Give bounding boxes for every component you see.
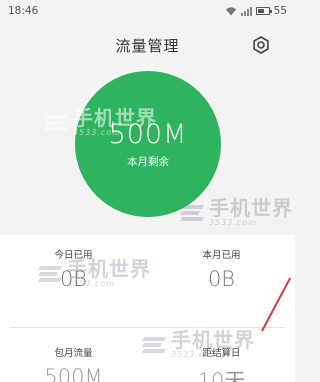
status-bar: 18:46 55 [0,0,295,22]
watermark: 手机世界 3533.com [178,198,293,227]
month-used-value: 0B [207,267,236,291]
battery-icon [255,7,272,15]
divider [10,327,285,328]
settlement-day[interactable]: 距结算日 10天 [148,345,295,382]
monthly-plan-value: 500M [44,365,103,382]
remaining-label: 本月剩余 [127,156,169,168]
today-used-label: 今日已用 [54,250,93,261]
screen: 18:46 55 流量管理 500M 本月剩余 手机世界 3533.com 手机… [0,0,295,382]
today-used[interactable]: 今日已用 0B [0,247,147,291]
monthly-plan[interactable]: 包月流量 500M [0,345,147,382]
battery-level: 55 [273,5,287,17]
page-title: 流量管理 [115,36,180,55]
gear-icon[interactable] [251,35,271,55]
settlement-day-label: 距结算日 [202,348,241,359]
watermark-logo-icon [44,114,68,131]
settlement-day-value: 10天 [197,369,246,382]
signal-icon [240,6,252,16]
remaining-value: 500M [108,119,188,150]
today-used-value: 0B [59,267,88,291]
status-time: 18:46 [8,5,39,17]
header: 流量管理 [0,28,295,62]
month-used-label: 本月已用 [202,250,241,261]
wifi-icon [225,7,236,16]
stats-card: 今日已用 0B 本月已用 0B 包月流量 500M 距结算日 10天 手机世界 … [0,235,295,382]
monthly-plan-label: 包月流量 [54,348,93,359]
remaining-data-circle[interactable]: 500M 本月剩余 [75,71,221,217]
month-used[interactable]: 本月已用 0B [148,247,295,291]
status-icons: 55 [225,5,287,17]
